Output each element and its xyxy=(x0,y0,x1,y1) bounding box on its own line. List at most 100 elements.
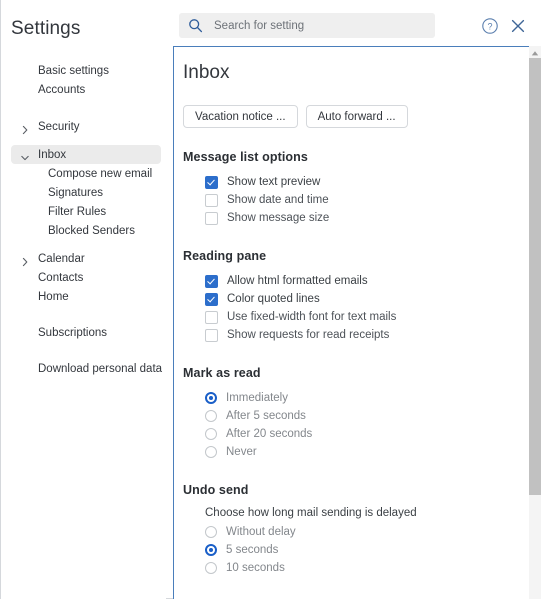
checkbox-option-color-quoted-lines[interactable]: Color quoted lines xyxy=(205,290,514,308)
section-heading: Undo send xyxy=(183,483,249,497)
option-label: Show requests for read receipts xyxy=(227,329,390,341)
sidebar-item-calendar[interactable]: Calendar xyxy=(11,249,161,268)
checkbox-option-allow-html-formatted-emails[interactable]: Allow html formatted emails xyxy=(205,272,514,290)
checkbox-option-show-requests-for-read-receipts[interactable]: Show requests for read receipts xyxy=(205,326,514,344)
search-box[interactable] xyxy=(179,13,435,38)
option-label: 5 seconds xyxy=(226,544,279,556)
radio-unselected-icon[interactable] xyxy=(205,562,217,574)
checkbox-checked-icon[interactable] xyxy=(205,292,218,306)
option-list: Show text preview Show date and time Show … xyxy=(183,173,514,227)
chevron-right-icon[interactable] xyxy=(20,254,30,266)
radio-option-5-seconds[interactable]: 5 seconds xyxy=(205,541,514,559)
option-label: Without delay xyxy=(226,526,296,538)
sidebar-item-inbox[interactable]: Inbox xyxy=(11,145,161,164)
option-label: After 20 seconds xyxy=(226,428,313,440)
checkbox-unchecked-icon[interactable] xyxy=(205,328,218,342)
radio-unselected-icon[interactable] xyxy=(205,410,217,422)
page-title: Settings xyxy=(11,18,81,39)
option-list: Immediately After 5 seconds After 20 secon… xyxy=(183,389,514,461)
sidebar-nav: Basic settings Accounts Security Inbox Compo… xyxy=(1,61,166,378)
sidebar-item-contacts[interactable]: Contacts xyxy=(11,268,161,287)
section-heading: Reading pane xyxy=(183,249,267,263)
sidebar-item-label: Blocked Senders xyxy=(48,224,135,237)
radio-unselected-icon[interactable] xyxy=(205,428,217,440)
checkbox-unchecked-icon[interactable] xyxy=(205,193,218,207)
sidebar-item-home[interactable]: Home xyxy=(11,287,161,306)
checkbox-option-show-date-and-time[interactable]: Show date and time xyxy=(205,191,514,209)
sidebar-item-compose-new-email[interactable]: Compose new email xyxy=(11,164,161,183)
sidebar-item-accounts[interactable]: Accounts xyxy=(11,80,161,99)
scrollbar-thumb[interactable] xyxy=(529,58,541,495)
radio-option-never[interactable]: Never xyxy=(205,443,514,461)
radio-option-after-20-seconds[interactable]: After 20 seconds xyxy=(205,425,514,443)
checkbox-checked-icon[interactable] xyxy=(205,274,218,288)
scroll-up-arrow-icon[interactable] xyxy=(529,46,541,59)
action-button-row: Vacation notice ... Auto forward ... xyxy=(183,105,514,128)
option-label: After 5 seconds xyxy=(226,410,306,422)
radio-unselected-icon[interactable] xyxy=(205,446,217,458)
sidebar-item-filter-rules[interactable]: Filter Rules xyxy=(11,202,161,221)
sidebar-item-download-personal-data[interactable]: Download personal data xyxy=(11,359,163,378)
radio-option-without-delay[interactable]: Without delay xyxy=(205,523,514,541)
option-list: Without delay 5 seconds 10 seconds xyxy=(183,523,514,577)
option-label: Show date and time xyxy=(227,194,329,206)
sidebar-item-label: Accounts xyxy=(38,83,86,96)
vertical-scrollbar[interactable] xyxy=(529,46,541,599)
radio-option-immediately[interactable]: Immediately xyxy=(205,389,514,407)
action-button-2[interactable]: Auto forward ... xyxy=(305,105,408,128)
sidebar-item-subscriptions[interactable]: Subscriptions xyxy=(11,323,161,342)
sidebar-item-label: Home xyxy=(38,290,69,303)
top-bar: ? xyxy=(166,0,541,45)
checkbox-option-show-text-preview[interactable]: Show text preview xyxy=(205,173,514,191)
close-icon xyxy=(509,19,527,39)
sidebar-item-blocked-senders[interactable]: Blocked Senders xyxy=(11,221,161,240)
sidebar-item-label: Download personal data xyxy=(38,362,163,375)
search-input[interactable] xyxy=(214,19,414,32)
checkbox-unchecked-icon[interactable] xyxy=(205,310,218,324)
checkbox-unchecked-icon[interactable] xyxy=(205,211,218,225)
radio-selected-icon[interactable] xyxy=(205,544,217,556)
section-heading: Message list options xyxy=(183,150,308,164)
help-circle-icon: ? xyxy=(481,18,499,39)
radio-option-10-seconds[interactable]: 10 seconds xyxy=(205,559,514,577)
section-subtitle: Choose how long mail sending is delayed xyxy=(205,507,417,519)
content-scroll-area: Inbox Vacation notice ... Auto forward ..… xyxy=(174,47,514,577)
search-icon xyxy=(188,18,203,33)
action-button-1[interactable]: Vacation notice ... xyxy=(183,105,298,128)
sidebar-item-security[interactable]: Security xyxy=(11,117,161,136)
chevron-right-icon[interactable] xyxy=(20,122,30,134)
option-label: Show message size xyxy=(227,212,330,224)
sidebar-item-label: Signatures xyxy=(48,186,103,199)
option-label: Use fixed-width font for text mails xyxy=(227,311,397,323)
checkbox-option-use-fixed-width-font-for-text-mails[interactable]: Use fixed-width font for text mails xyxy=(205,308,514,326)
checkbox-checked-icon[interactable] xyxy=(205,175,218,189)
option-label: Color quoted lines xyxy=(227,293,320,305)
content-panel: Inbox Vacation notice ... Auto forward ..… xyxy=(173,46,530,599)
radio-option-after-5-seconds[interactable]: After 5 seconds xyxy=(205,407,514,425)
help-button[interactable]: ? xyxy=(481,17,499,35)
option-label: Show text preview xyxy=(227,176,321,188)
sidebar-item-signatures[interactable]: Signatures xyxy=(11,183,161,202)
settings-sections: Message list options Show text preview Sho… xyxy=(174,150,514,577)
close-button[interactable] xyxy=(509,17,527,35)
section-mark-as-read: Mark as read Immediately After 5 seconds Af… xyxy=(174,366,514,461)
radio-selected-icon[interactable] xyxy=(205,392,217,404)
radio-unselected-icon[interactable] xyxy=(205,526,217,538)
settings-window: Settings Basic settings Accounts Security I… xyxy=(0,0,541,599)
content-title: Inbox xyxy=(183,62,230,83)
svg-text:?: ? xyxy=(487,21,492,31)
section-message-list-options: Message list options Show text preview Sho… xyxy=(174,150,514,227)
sidebar-item-label: Subscriptions xyxy=(38,326,108,339)
section-reading-pane: Reading pane Allow html formatted emails C… xyxy=(174,249,514,344)
chevron-down-icon[interactable] xyxy=(20,150,30,160)
option-label: 10 seconds xyxy=(226,562,285,574)
sidebar-item-basic-settings[interactable]: Basic settings xyxy=(11,61,161,80)
sidebar-item-label: Filter Rules xyxy=(48,205,107,218)
section-heading: Mark as read xyxy=(183,366,261,380)
checkbox-option-show-message-size[interactable]: Show message size xyxy=(205,209,514,227)
